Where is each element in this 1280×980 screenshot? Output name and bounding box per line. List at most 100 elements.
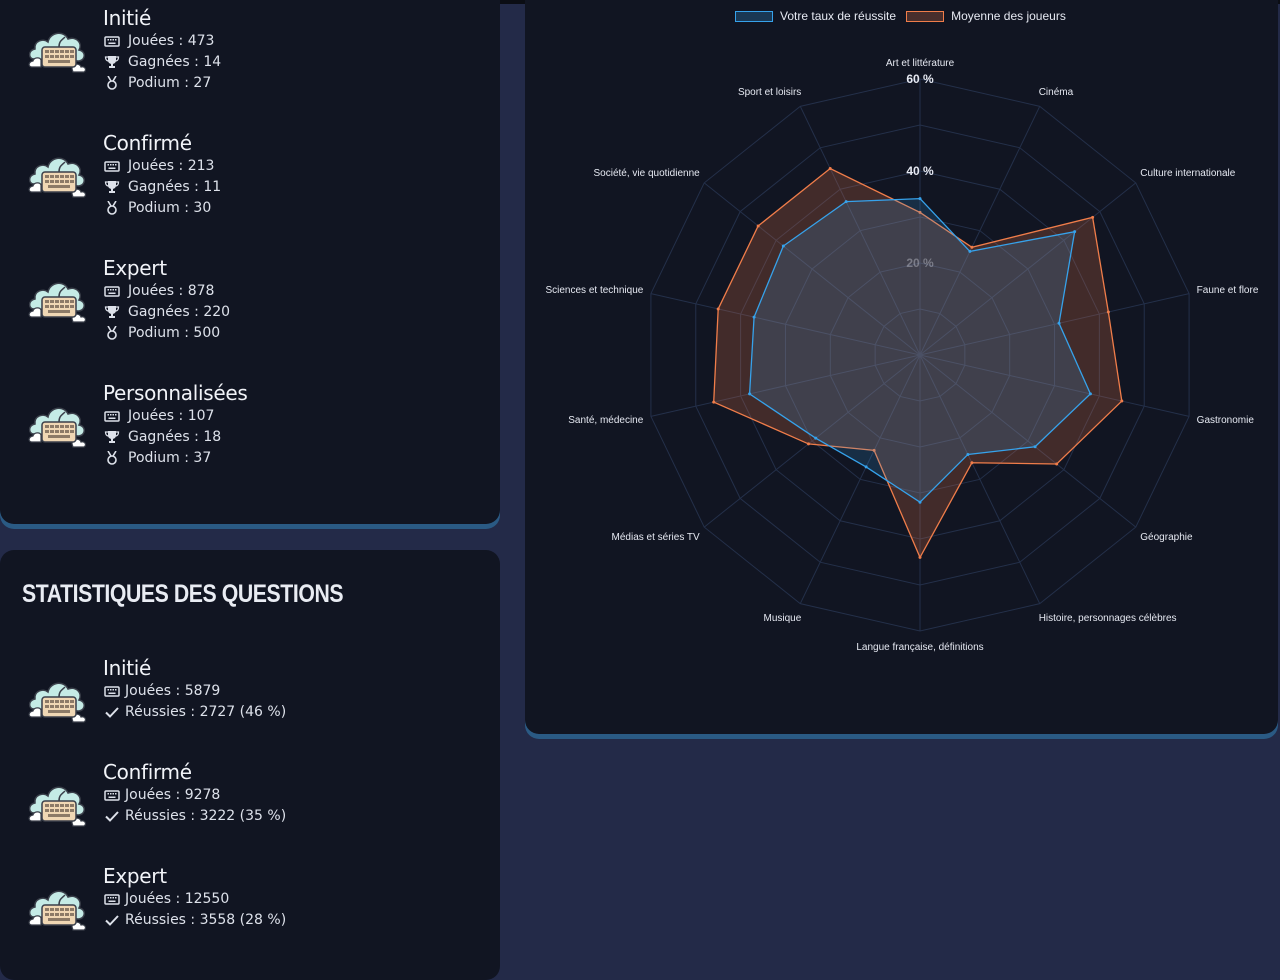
series-average-point[interactable]: [828, 166, 832, 170]
keyboard-icon: [104, 34, 120, 48]
axis-label: Médias et séries TV: [612, 532, 701, 543]
series-average-point[interactable]: [712, 400, 716, 404]
series-average-point[interactable]: [756, 224, 760, 228]
games-podium-label: Podium : 500: [128, 325, 221, 341]
questions-success: Réussies : 3558 (28 %): [104, 912, 286, 928]
axis-label: Sport et loisirs: [738, 87, 801, 98]
games-won: Gagnées : 14: [104, 54, 221, 70]
games-played-label: Jouées : 107: [128, 408, 215, 424]
keyboard-icon: [104, 892, 120, 906]
games-played-label: Jouées : 213: [128, 158, 215, 174]
games-played-label: Jouées : 878: [128, 283, 215, 299]
questions-success: Réussies : 3222 (35 %): [104, 808, 286, 824]
stat-title: Initié: [103, 6, 152, 30]
tick-label: 60 %: [906, 72, 934, 86]
check-icon: [104, 809, 120, 823]
series-average-point[interactable]: [807, 442, 811, 446]
keyboard-icon: [104, 159, 120, 173]
series-user-point[interactable]: [968, 249, 972, 253]
stat-title: Initié: [103, 656, 152, 680]
series-average-point[interactable]: [918, 555, 922, 559]
keyboard-cloud-icon: [26, 148, 88, 200]
stat-title: Confirmé: [103, 760, 192, 784]
series-average-point[interactable]: [1055, 462, 1059, 466]
check-icon: [104, 705, 120, 719]
medal-icon: [104, 76, 120, 90]
axis-label: Langue française, définitions: [856, 642, 983, 653]
games-played: Jouées : 107: [104, 408, 214, 424]
keyboard-cloud-icon: [26, 398, 88, 450]
stat-title: Personnalisées: [103, 381, 248, 405]
series-user-point[interactable]: [748, 392, 752, 396]
games-played: Jouées : 878: [104, 283, 214, 299]
games-stats-card: Initié Jouées : 473 Gagnées : 14 Podium : 2…: [0, 0, 500, 524]
series-user-point[interactable]: [1088, 392, 1092, 396]
games-podium: Podium : 30: [104, 200, 211, 216]
series-user-point[interactable]: [864, 465, 868, 469]
axis-label: Santé, médecine: [568, 415, 643, 426]
axis-label: Musique: [763, 613, 801, 624]
stat-title: Expert: [103, 864, 167, 888]
series-user-point[interactable]: [1057, 321, 1061, 325]
series-average-point[interactable]: [1120, 399, 1124, 403]
questions-success-label: Réussies : 3222 (35 %): [125, 808, 287, 824]
series-user-point[interactable]: [844, 200, 848, 204]
questions-played: Jouées : 5879: [104, 683, 220, 699]
axis-label: Société, vie quotidienne: [594, 168, 701, 179]
games-podium-label: Podium : 37: [128, 450, 212, 466]
games-played: Jouées : 473: [104, 33, 214, 49]
series-user-point[interactable]: [1073, 230, 1077, 234]
series-user-point[interactable]: [918, 197, 922, 201]
keyboard-cloud-icon: [26, 881, 88, 933]
series-user-point[interactable]: [752, 315, 756, 319]
series-average-point[interactable]: [716, 307, 720, 311]
questions-played-label: Jouées : 5879: [125, 683, 221, 699]
axis-label: Culture internationale: [1140, 168, 1235, 179]
series-user-point[interactable]: [918, 500, 922, 504]
games-podium-label: Podium : 27: [128, 75, 212, 91]
questions-played: Jouées : 9278: [104, 787, 220, 803]
series-user-point[interactable]: [1033, 445, 1037, 449]
axis-label: Cinéma: [1039, 87, 1074, 98]
tick-label: 40 %: [906, 164, 934, 178]
keyboard-icon: [104, 409, 120, 423]
games-podium: Podium : 27: [104, 75, 211, 91]
keyboard-icon: [104, 788, 120, 802]
games-played: Jouées : 213: [104, 158, 214, 174]
questions-played-label: Jouées : 12550: [125, 891, 230, 907]
keyboard-icon: [104, 684, 120, 698]
series-user-point[interactable]: [814, 436, 818, 440]
games-podium: Podium : 37: [104, 450, 211, 466]
trophy-icon: [104, 55, 120, 69]
series-average-point[interactable]: [1106, 310, 1110, 314]
games-podium-label: Podium : 30: [128, 200, 212, 216]
radar-chart: 20 % 40 % 60 % Art et littérature Cinéma Cult…: [545, 58, 1259, 653]
games-won-label: Gagnées : 220: [128, 304, 231, 320]
check-icon: [104, 913, 120, 927]
series-user-point[interactable]: [966, 452, 970, 456]
trophy-icon: [104, 305, 120, 319]
games-played-label: Jouées : 473: [128, 33, 215, 49]
games-won: Gagnées : 11: [104, 179, 221, 195]
keyboard-icon: [104, 284, 120, 298]
radar-chart-card: Votre taux de réussite Moyenne des joueu…: [525, 0, 1278, 734]
questions-success-label: Réussies : 2727 (46 %): [125, 704, 287, 720]
keyboard-cloud-icon: [26, 23, 88, 75]
axis-label: Gastronomie: [1197, 415, 1255, 426]
series-user-point[interactable]: [781, 244, 785, 248]
keyboard-cloud-icon: [26, 273, 88, 325]
tick-label: 20 %: [906, 256, 934, 270]
games-podium: Podium : 500: [104, 325, 220, 341]
series-average-point[interactable]: [970, 245, 974, 249]
games-won: Gagnées : 18: [104, 429, 221, 445]
questions-played: Jouées : 12550: [104, 891, 229, 907]
medal-icon: [104, 326, 120, 340]
medal-icon: [104, 201, 120, 215]
series-average-point[interactable]: [970, 461, 974, 465]
axis-label: Faune et flore: [1197, 285, 1259, 296]
questions-played-label: Jouées : 9278: [125, 787, 221, 803]
series-average-point[interactable]: [1091, 215, 1095, 219]
questions-success-label: Réussies : 3558 (28 %): [125, 912, 287, 928]
section-title: Statistiques des questions: [22, 580, 344, 608]
games-won: Gagnées : 220: [104, 304, 230, 320]
